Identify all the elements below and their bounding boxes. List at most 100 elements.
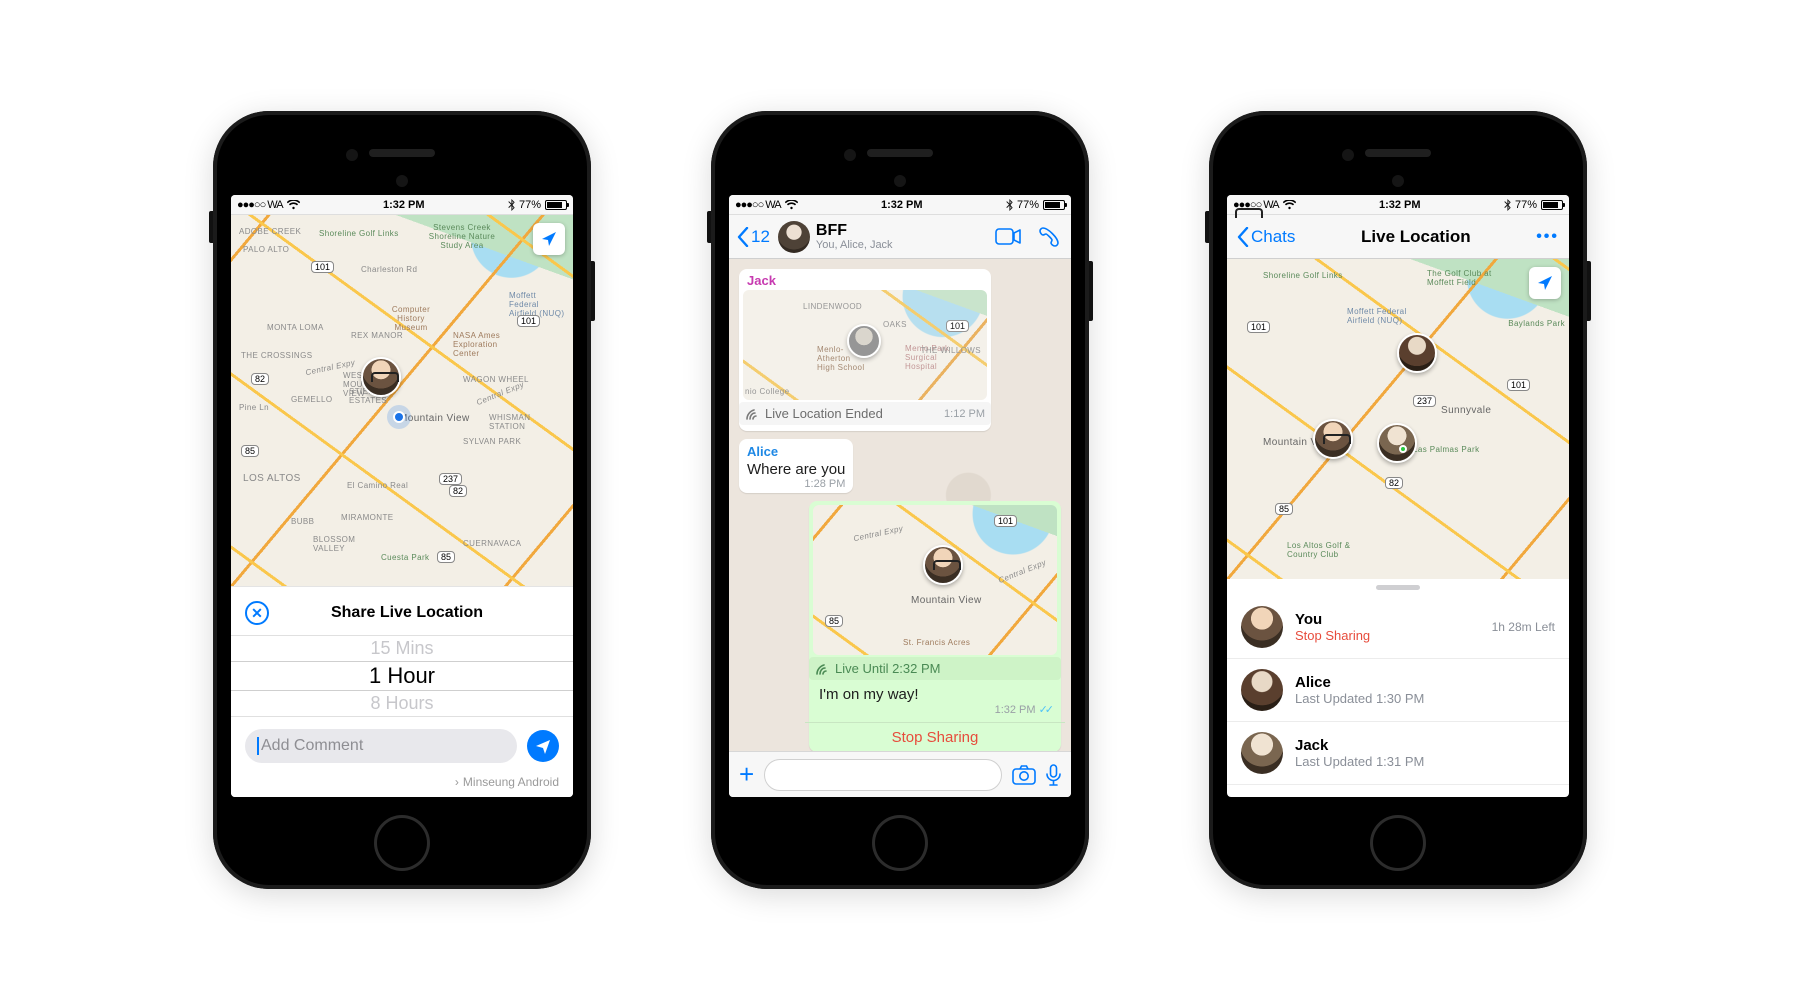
earpiece [867, 149, 933, 157]
map-label: LOS ALTOS [243, 473, 301, 484]
avatar [1241, 669, 1283, 711]
sender-name: Jack [743, 273, 987, 288]
front-camera [894, 175, 906, 187]
home-button[interactable] [374, 815, 430, 871]
proximity-sensor [1342, 149, 1354, 161]
battery-icon [1541, 200, 1563, 210]
route-shield: 237 [439, 473, 462, 485]
you-avatar-pin[interactable] [1313, 419, 1353, 459]
live-location-navbar: Chats Live Location ••• [1227, 215, 1569, 259]
front-camera [396, 175, 408, 187]
participant-row-jack[interactable]: Jack Last Updated 1:31 PM [1227, 722, 1569, 785]
route-shield: 82 [251, 373, 269, 385]
map-label: Los Altos Golf & Country Club [1287, 541, 1367, 559]
recenter-button[interactable] [1529, 267, 1561, 299]
comment-placeholder: Add Comment [261, 737, 363, 755]
home-button[interactable] [1370, 815, 1426, 871]
participant-name: Jack [1295, 737, 1555, 754]
map-label: MONTA LOMA [267, 323, 324, 332]
stop-sharing-button[interactable]: Stop Sharing [805, 722, 1065, 748]
message-alice[interactable]: Alice Where are you 1:28 PM [739, 439, 853, 493]
chat-title[interactable]: BFF You, Alice, Jack [816, 222, 989, 252]
participant-row-you[interactable]: You Stop Sharing 1h 28m Left [1227, 596, 1569, 659]
map-label: The Golf Club at Moffett Field [1427, 269, 1493, 287]
route-shield: 85 [1275, 503, 1293, 515]
route-shield: 85 [241, 445, 259, 457]
message-location-jack[interactable]: Jack LINDENWOOD OAKS Menlo-Atherton High… [739, 269, 991, 431]
back-badge: 12 [751, 227, 770, 247]
recenter-button[interactable] [533, 223, 565, 255]
video-call-button[interactable] [995, 228, 1021, 245]
map-view[interactable]: Shoreline Golf Links The Golf Club at Mo… [1227, 259, 1569, 579]
group-name: BFF [816, 222, 989, 240]
map-thumbnail[interactable]: LINDENWOOD OAKS Menlo-Atherton High Scho… [743, 290, 987, 400]
map-label: OAKS [883, 320, 907, 329]
status-time: 1:32 PM [881, 199, 923, 211]
page-title: Live Location [1295, 227, 1536, 247]
chat-navbar: 12 BFF You, Alice, Jack [729, 215, 1071, 259]
attach-button[interactable]: + [739, 759, 754, 790]
screen-live-location-list: ●●●○○ WA 1:32 PM 77% Chats Live Location… [1227, 195, 1569, 797]
user-avatar-pin[interactable] [361, 357, 401, 397]
alice-avatar-pin[interactable] [1397, 333, 1437, 373]
phone-frame-1: ●●●○○ WA 1:32 PM 77% ADOBE CREEK PALO AL… [213, 111, 591, 889]
route-shield: 101 [946, 320, 969, 332]
side-button [1587, 261, 1591, 321]
close-button[interactable]: ✕ [245, 601, 269, 625]
broadcast-icon [815, 662, 829, 676]
route-shield: 82 [1385, 477, 1403, 489]
more-button[interactable]: ••• [1536, 228, 1559, 246]
participant-name: Alice [1295, 674, 1555, 691]
picker-option[interactable]: 15 Mins [231, 636, 573, 661]
route-shield: 101 [517, 315, 540, 327]
status-bar: ●●●○○ WA 1:32 PM 77% [1227, 195, 1569, 215]
map-label: St. Francis Acres [903, 638, 970, 647]
message-time: 1:12 PM [944, 408, 985, 420]
chat-scroll[interactable]: Jack LINDENWOOD OAKS Menlo-Atherton High… [729, 259, 1071, 751]
jack-avatar-pin [847, 324, 881, 358]
back-button[interactable]: 12 [737, 227, 770, 247]
participant-row-alice[interactable]: Alice Last Updated 1:30 PM [1227, 659, 1569, 722]
bluetooth-icon [508, 199, 515, 211]
message-my-location[interactable]: Central Expy Central Expy Mountain View … [809, 501, 1061, 751]
avatar [1241, 732, 1283, 774]
back-button[interactable]: Chats [1237, 227, 1295, 247]
group-avatar[interactable] [778, 221, 810, 253]
message-text: Where are you [747, 461, 845, 478]
map-thumbnail[interactable]: Central Expy Central Expy Mountain View … [813, 505, 1057, 655]
comment-input[interactable]: Add Comment [245, 729, 517, 763]
time-remaining: 1h 28m Left [1492, 620, 1555, 634]
participants-list: You Stop Sharing 1h 28m Left Alice Last … [1227, 596, 1569, 785]
map-label: Moffett Federal Airfield (NUQ) [509, 291, 567, 318]
last-updated: Last Updated 1:31 PM [1295, 754, 1555, 769]
send-button[interactable] [527, 730, 559, 762]
route-shield: 85 [825, 615, 843, 627]
camera-button[interactable] [1012, 765, 1036, 785]
message-input[interactable] [764, 759, 1002, 791]
screen-chat: ●●●○○ WA 1:32 PM 77% 12 BFF You, Alice, … [729, 195, 1071, 797]
map-label: Central Expy [305, 358, 356, 377]
location-ended-caption: Live Location Ended 1:12 PM [739, 402, 991, 425]
stop-sharing-link[interactable]: Stop Sharing [1295, 628, 1480, 643]
route-shield: 101 [994, 515, 1017, 527]
map-label: Baylands Park [1508, 319, 1565, 328]
map-label: SYLVAN PARK [463, 437, 521, 446]
jack-avatar-pin[interactable] [1377, 423, 1417, 463]
picker-option[interactable]: 8 Hours [231, 691, 573, 716]
map-label: Pine Ln [239, 403, 269, 412]
map-view[interactable]: ADOBE CREEK PALO ALTO Shoreline Golf Lin… [231, 215, 573, 586]
sheet-grabber[interactable] [1376, 585, 1420, 590]
sheet-title: Share Live Location [279, 604, 535, 622]
audio-call-button[interactable] [1039, 227, 1059, 247]
last-updated: Last Updated 1:30 PM [1295, 691, 1555, 706]
live-until-caption: Live Until 2:32 PM [809, 657, 1061, 680]
home-button[interactable] [872, 815, 928, 871]
map-label: CUERNAVACA [463, 539, 521, 548]
mic-button[interactable] [1046, 764, 1061, 786]
map-label: nio College [745, 387, 789, 396]
wifi-icon [287, 200, 300, 210]
picker-option-selected[interactable]: 1 Hour [231, 661, 573, 691]
swipe-indicator[interactable]: ›Minseung Android [231, 771, 573, 797]
duration-picker[interactable]: 15 Mins 1 Hour 8 Hours [231, 635, 573, 717]
phone-frame-2: ●●●○○ WA 1:32 PM 77% 12 BFF You, Alice, … [711, 111, 1089, 889]
